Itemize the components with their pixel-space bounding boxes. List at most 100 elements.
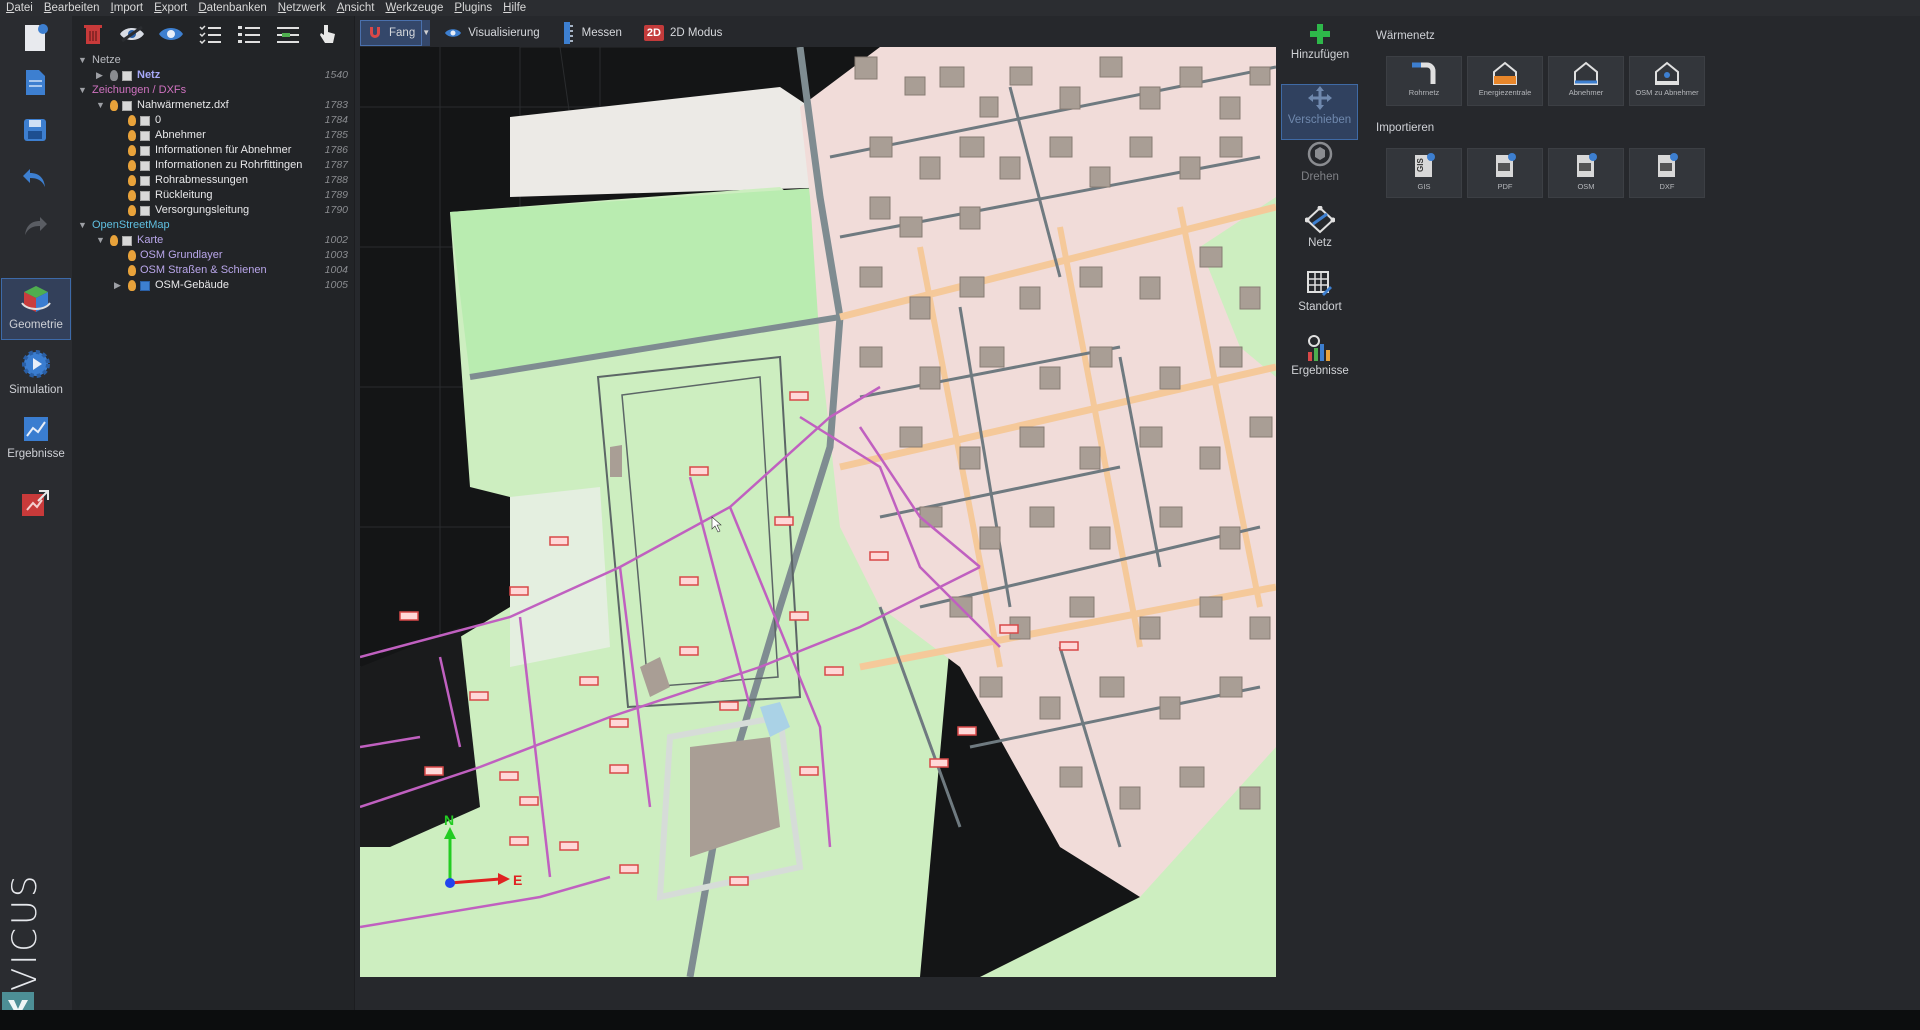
expand-open-icon[interactable]: ▼: [78, 83, 87, 98]
layer-color-swatch[interactable]: [140, 131, 150, 141]
expand-open-icon[interactable]: ▼: [78, 53, 87, 68]
tree-row[interactable]: Abnehmer 1785: [72, 128, 355, 143]
layer-color-swatch[interactable]: [140, 176, 150, 186]
results-mode-button[interactable]: Ergebnisse: [1, 410, 71, 472]
delete-button[interactable]: [78, 19, 108, 49]
undo-button[interactable]: [12, 160, 58, 196]
menu-netzwerk[interactable]: Netzwerk: [278, 2, 326, 14]
save-button[interactable]: [12, 112, 58, 148]
tree-row[interactable]: ▶ Netz 1540: [72, 68, 355, 83]
tree-row[interactable]: ▼ Zeichungen / DXFs: [72, 83, 355, 98]
tree-row[interactable]: ▼ Karte 1002: [72, 233, 355, 248]
visibility-bulb-icon[interactable]: [128, 265, 136, 276]
snap-button[interactable]: Fang: [360, 19, 423, 46]
card-import-pdf[interactable]: PDF: [1467, 148, 1543, 198]
show-button[interactable]: [156, 19, 186, 49]
expand-open-icon[interactable]: ▼: [78, 218, 87, 233]
redo-button[interactable]: [12, 208, 58, 244]
menu-ansicht[interactable]: Ansicht: [337, 2, 375, 14]
menu-bearbeiten[interactable]: Bearbeiten: [44, 2, 100, 14]
2d-mode-button[interactable]: 2D 2D Modus: [638, 20, 728, 46]
measure-button[interactable]: Messen: [556, 20, 628, 46]
map-scene[interactable]: N E: [360, 47, 1276, 977]
layer-color-swatch[interactable]: [140, 146, 150, 156]
expand-open-icon[interactable]: ▼: [96, 98, 105, 113]
menu-export[interactable]: Export: [154, 2, 187, 14]
tree-row[interactable]: OSM Grundlayer 1003: [72, 248, 355, 263]
measure-label: Messen: [581, 26, 622, 39]
card-consumer[interactable]: Abnehmer: [1548, 56, 1624, 106]
new-project-button[interactable]: [12, 20, 58, 56]
tree-row[interactable]: Rückleitung 1789: [72, 188, 355, 203]
export-report-button[interactable]: [12, 486, 58, 522]
visibility-bulb-icon[interactable]: [128, 190, 136, 201]
location-tool-button[interactable]: Standort: [1280, 270, 1360, 326]
visibility-bulb-icon[interactable]: [128, 130, 136, 141]
menu-hilfe[interactable]: Hilfe: [503, 2, 526, 14]
layer-color-swatch[interactable]: [122, 236, 132, 246]
results-tool-button[interactable]: Ergebnisse: [1280, 334, 1360, 390]
tree-row-label: Netze: [92, 54, 121, 66]
layer-color-swatch[interactable]: [140, 116, 150, 126]
tree-row[interactable]: ▼ Netze: [72, 53, 355, 68]
3d-viewport[interactable]: N E: [360, 47, 1276, 977]
open-project-button[interactable]: [12, 64, 58, 100]
select-hand-button[interactable]: [312, 19, 342, 49]
layer-color-swatch[interactable]: [140, 191, 150, 201]
card-pipe-network[interactable]: Rohrnetz: [1386, 56, 1462, 106]
card-import-osm[interactable]: OSM: [1548, 148, 1624, 198]
visibility-bulb-icon[interactable]: [128, 205, 136, 216]
edit-tools-bar: Hinzufügen Verschieben Drehen Netz Stand…: [1280, 16, 1360, 416]
visibility-bulb-icon[interactable]: [128, 250, 136, 261]
expand-open-icon[interactable]: ▼: [96, 233, 105, 248]
menu-werkzeuge[interactable]: Werkzeuge: [385, 2, 443, 14]
snap-dropdown[interactable]: ▼: [422, 19, 431, 46]
card-energy-center[interactable]: Energiezentrale: [1467, 56, 1543, 106]
tree-row[interactable]: Versorgungsleitung 1790: [72, 203, 355, 218]
tree-row[interactable]: OSM Straßen & Schienen 1004: [72, 263, 355, 278]
layer-color-swatch[interactable]: [122, 71, 132, 81]
visibility-bulb-icon[interactable]: [110, 100, 118, 111]
menu-plugins[interactable]: Plugins: [454, 2, 492, 14]
move-tool-button[interactable]: Verschieben: [1281, 84, 1358, 140]
tree-row[interactable]: 0 1784: [72, 113, 355, 128]
layer-list-button[interactable]: [273, 19, 303, 49]
tree-row[interactable]: Informationen zu Rohrfittingen 1787: [72, 158, 355, 173]
visibility-bulb-icon[interactable]: [128, 160, 136, 171]
visibility-bulb-icon[interactable]: [128, 175, 136, 186]
layer-color-swatch[interactable]: [122, 101, 132, 111]
visibility-bulb-icon[interactable]: [128, 280, 136, 291]
card-import-dxf[interactable]: DXF: [1629, 148, 1705, 198]
tree-row[interactable]: Informationen für Abnehmer 1786: [72, 143, 355, 158]
layer-color-swatch[interactable]: [140, 206, 150, 216]
tree-row[interactable]: ▼ OpenStreetMap: [72, 218, 355, 233]
hide-button[interactable]: [117, 19, 147, 49]
visibility-bulb-icon[interactable]: [110, 70, 118, 81]
building-layer-icon[interactable]: [140, 281, 150, 291]
card-pipe-network-label: Rohrnetz: [1408, 88, 1440, 97]
tree-row[interactable]: Rohrabmessungen 1788: [72, 173, 355, 188]
add-tool-button[interactable]: Hinzufügen: [1280, 22, 1360, 78]
simulation-mode-button[interactable]: Simulation: [1, 344, 71, 406]
expand-closed-icon[interactable]: ▶: [114, 278, 121, 293]
import-section-title: Importieren: [1376, 122, 1435, 134]
tree-row[interactable]: ▼ Nahwärmenetz.dxf 1783: [72, 98, 355, 113]
menu-import[interactable]: Import: [111, 2, 144, 14]
card-import-gis[interactable]: GIS GIS: [1386, 148, 1462, 198]
rotate-tool-button[interactable]: Drehen: [1280, 140, 1360, 196]
visibility-bulb-icon[interactable]: [128, 145, 136, 156]
layer-color-swatch[interactable]: [140, 161, 150, 171]
visualization-button[interactable]: Visualisierung: [438, 20, 545, 46]
visibility-bulb-icon[interactable]: [128, 115, 136, 126]
check-list-button[interactable]: [195, 19, 225, 49]
save-icon: [24, 119, 46, 141]
visibility-bulb-icon[interactable]: [110, 235, 118, 246]
card-osm-to-consumer[interactable]: OSM zu Abnehmer: [1629, 56, 1705, 106]
geometry-mode-button[interactable]: Geometrie: [1, 278, 71, 340]
menu-datei[interactable]: Datei: [6, 2, 33, 14]
menu-datenbanken[interactable]: Datenbanken: [198, 2, 266, 14]
list-button[interactable]: [234, 19, 264, 49]
tree-row[interactable]: ▶ OSM-Gebäude 1005: [72, 278, 355, 293]
network-tool-button[interactable]: Netz: [1280, 206, 1360, 262]
expand-closed-icon[interactable]: ▶: [96, 68, 103, 83]
